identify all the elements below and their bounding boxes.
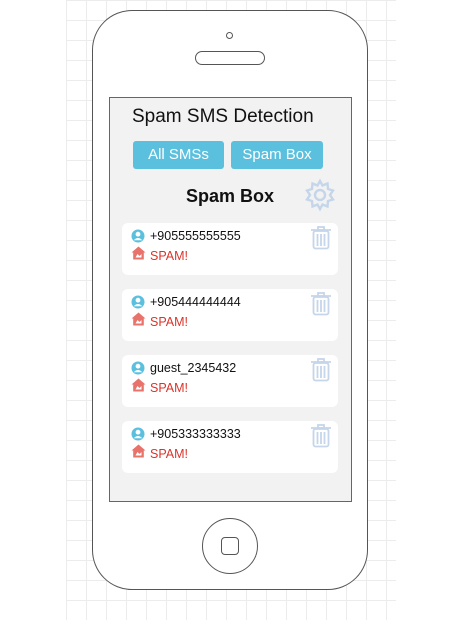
spam-label: SPAM! xyxy=(150,315,188,329)
user-icon xyxy=(131,229,145,243)
spam-label: SPAM! xyxy=(150,447,188,461)
home-button[interactable] xyxy=(202,518,258,574)
user-icon xyxy=(131,361,145,375)
spam-house-icon xyxy=(131,246,146,260)
tab-spam-box[interactable]: Spam Box xyxy=(231,141,323,169)
app-title: Spam SMS Detection xyxy=(132,106,314,127)
message-item[interactable]: +905333333333 SPAM! xyxy=(122,421,338,473)
user-icon xyxy=(131,295,145,309)
spam-label: SPAM! xyxy=(150,381,188,395)
trash-icon[interactable] xyxy=(310,424,332,448)
spam-label: SPAM! xyxy=(150,249,188,263)
trash-icon[interactable] xyxy=(310,226,332,250)
spam-house-icon xyxy=(131,444,146,458)
speaker-icon xyxy=(195,51,265,65)
home-square-icon xyxy=(221,537,239,555)
message-item[interactable]: +905444444444 SPAM! xyxy=(122,289,338,341)
message-sender: guest_2345432 xyxy=(150,361,237,375)
message-sender: +905333333333 xyxy=(150,427,241,441)
canvas: Spam SMS Detection All SMSs Spam Box Spa… xyxy=(0,0,457,620)
section-title: Spam Box xyxy=(185,186,275,206)
message-sender: +905444444444 xyxy=(150,295,241,309)
trash-icon[interactable] xyxy=(310,358,332,382)
user-icon xyxy=(131,427,145,441)
gear-icon[interactable] xyxy=(303,178,337,212)
message-item[interactable]: +905555555555 SPAM! xyxy=(122,223,338,275)
message-item[interactable]: guest_2345432 SPAM! xyxy=(122,355,338,407)
spam-house-icon xyxy=(131,312,146,326)
spam-house-icon xyxy=(131,378,146,392)
camera-icon xyxy=(226,32,233,39)
tab-all-smss[interactable]: All SMSs xyxy=(133,141,224,169)
trash-icon[interactable] xyxy=(310,292,332,316)
message-sender: +905555555555 xyxy=(150,229,241,243)
